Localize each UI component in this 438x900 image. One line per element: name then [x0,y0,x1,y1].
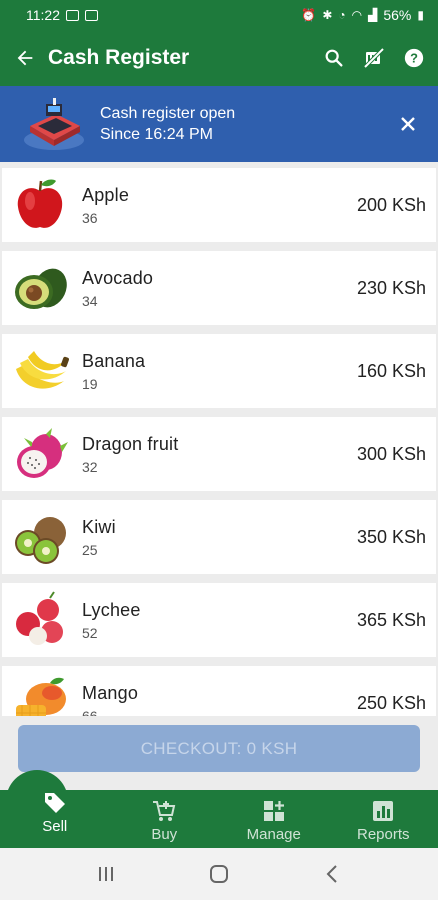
back-button[interactable] [12,45,38,71]
system-navigation-bar [0,848,438,900]
product-info: Kiwi 25 [82,517,357,558]
register-status-banner: Cash register open Since 16:24 PM [0,86,438,162]
help-icon: ? [404,48,424,68]
page-title: Cash Register [48,46,190,69]
product-name: Banana [82,350,146,371]
product-name: Dragon fruit [82,433,179,454]
gallery-notification-icon [66,9,79,21]
product-name: Lychee [82,599,141,620]
alarm-icon: ⏰ [301,8,317,22]
bottom-nav: Sell Buy Manage Reports [0,790,438,848]
wifi-icon: ◠ [351,8,363,22]
product-row-dragon-fruit[interactable]: Dragon fruit 32 300 KSh [2,417,436,491]
cash-register-illustration [24,98,84,150]
banana-icon [16,351,69,389]
product-price: 230 KSh [356,277,426,298]
scanner-toggle-button[interactable] [362,46,386,70]
kiwi-icon [15,517,66,564]
cart-icon [153,801,176,821]
product-price: 350 KSh [356,526,426,547]
help-button[interactable]: ? [402,46,426,70]
svg-text:?: ? [410,51,418,66]
product-info: Banana 19 [82,351,357,392]
product-price: 365 KSh [356,609,426,630]
product-price: 160 KSh [356,360,426,381]
product-quantity: 19 [82,375,98,392]
mute-icon: ◔ [338,8,346,22]
system-back-button[interactable] [312,859,352,889]
signal-icon: ▟ [368,8,378,22]
product-row-mango[interactable]: Mango 66 250 KSh [2,666,436,716]
no-scan-icon [363,47,385,69]
nav-manage-label: Manage [246,826,301,843]
product-quantity: 52 [82,624,98,641]
back-arrow-icon [17,50,33,66]
nav-reports[interactable]: Reports [329,790,438,848]
product-quantity: 34 [82,292,98,309]
nav-reports-label: Reports [356,826,410,843]
chevron-left-icon [326,865,337,883]
product-name: Apple [82,184,130,205]
search-button[interactable] [322,46,346,70]
status-time: 11:22 [26,7,60,23]
product-price: 250 KSh [356,692,426,713]
battery-icon: ▮ [417,8,424,22]
battery-percent: 56% [383,7,412,23]
nav-manage[interactable]: Manage [219,790,329,848]
nav-sell-label: Sell [42,817,68,835]
dragon-fruit-icon [17,428,68,478]
banner-close-button[interactable] [394,110,422,138]
banner-title: Cash register open [100,105,236,122]
close-icon [401,117,415,131]
nav-buy[interactable]: Buy [110,790,220,848]
product-name: Kiwi [82,516,116,537]
product-name: Avocado [82,267,154,288]
home-button[interactable] [199,859,239,889]
app-bar: Cash Register ? [0,30,438,86]
reports-chart-icon [373,801,394,821]
product-price: 200 KSh [356,194,426,215]
product-row-lychee[interactable]: Lychee 52 365 KSh [2,583,436,657]
nav-buy-label: Buy [151,826,178,843]
nav-sell[interactable]: Sell [0,790,110,848]
search-icon [325,49,343,67]
app-actions: ? [322,46,426,70]
product-info: Lychee 52 [82,600,357,641]
apple-icon [17,179,63,228]
product-row-apple[interactable]: Apple 36 200 KSh [2,168,436,242]
product-info: Dragon fruit 32 [82,434,357,475]
status-bar: 11:22 ⏰ ✱ ◔ ◠ ▟ 56% ▮ [0,0,438,30]
product-info: Avocado 34 [82,268,357,309]
home-icon [209,865,228,883]
product-price: 300 KSh [356,443,426,464]
product-info: Apple 36 [82,185,357,226]
status-left: 11:22 [26,7,98,23]
product-info: Mango 66 [82,683,357,717]
product-row-kiwi[interactable]: Kiwi 25 350 KSh [2,500,436,574]
lychee-icon [16,591,63,645]
tag-icon [44,792,65,813]
banner-subtitle: Since 16:24 PM [100,126,213,143]
product-quantity: 32 [82,458,98,475]
product-quantity: 36 [82,209,98,226]
product-quantity: 66 [82,707,98,717]
avocado-icon [15,268,67,309]
product-row-banana[interactable]: Banana 19 160 KSh [2,334,436,408]
manage-grid-icon [263,801,284,821]
product-row-avocado[interactable]: Avocado 34 230 KSh [2,251,436,325]
recent-apps-icon [99,867,114,881]
product-name: Mango [82,682,139,703]
bluetooth-icon: ✱ [322,8,333,22]
product-list: Apple 36 200 KSh Avocado 34 230 KSh Bana… [0,162,438,716]
image-notification-icon [85,9,98,21]
checkout-button[interactable]: CHECKOUT: 0 KSH [18,725,420,772]
product-quantity: 25 [82,541,98,558]
recent-apps-button[interactable] [86,859,126,889]
banner-text: Cash register open Since 16:24 PM [100,103,394,145]
mango-icon [16,677,66,716]
status-right: ⏰ ✱ ◔ ◠ ▟ 56% ▮ [301,7,424,23]
